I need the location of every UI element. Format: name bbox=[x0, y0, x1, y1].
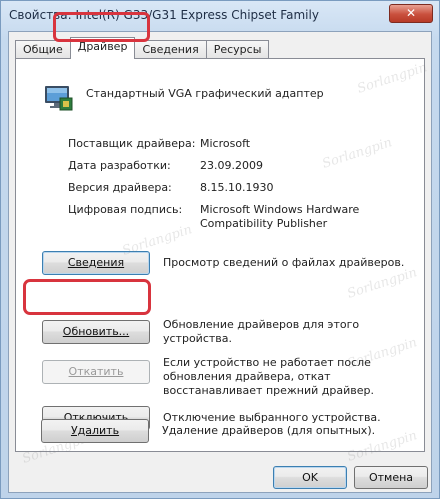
update-driver-button-label: Обновить... bbox=[62, 325, 130, 338]
update-driver-description: Обновление драйверов для этого устройств… bbox=[163, 318, 360, 345]
uninstall-driver-description: Удаление драйверов (для опытных). bbox=[162, 424, 376, 437]
device-name: Стандартный VGA графический адаптер bbox=[86, 87, 324, 100]
driver-details-button[interactable]: Сведения bbox=[42, 251, 150, 275]
roll-back-driver-description: Если устройство не работает после обновл… bbox=[163, 356, 374, 397]
tab-general[interactable]: Общие bbox=[15, 40, 71, 59]
driver-date-label: Дата разработки: bbox=[68, 159, 171, 172]
update-driver-button[interactable]: Обновить... bbox=[42, 320, 150, 344]
driver-date-value: 23.09.2009 bbox=[200, 159, 263, 172]
uninstall-driver-button[interactable]: Удалить bbox=[41, 419, 149, 443]
uninstall-driver-button-label: Удалить bbox=[70, 424, 120, 437]
digital-signer-label: Цифровая подпись: bbox=[68, 203, 183, 216]
cancel-button[interactable]: Отмена bbox=[354, 466, 428, 489]
driver-tab-panel: Стандартный VGA графический адаптер Пост… bbox=[15, 58, 425, 452]
roll-back-driver-button-label: Откатить bbox=[68, 365, 124, 378]
ok-button[interactable]: OK bbox=[273, 466, 347, 489]
disable-device-description: Отключение выбранного устройства. bbox=[163, 411, 381, 424]
close-button[interactable]: ✕ bbox=[389, 4, 433, 23]
display-adapter-icon bbox=[45, 86, 73, 111]
tab-driver[interactable]: Драйвер bbox=[69, 37, 136, 59]
dialog-client-area: Общие Драйвер Сведения Ресурсы Стандартн… bbox=[8, 31, 432, 493]
properties-window: Свойства: Intel(R) G33/G31 Express Chips… bbox=[0, 0, 440, 499]
driver-details-description: Просмотр сведений о файлах драйверов. bbox=[163, 256, 405, 269]
driver-provider-label: Поставщик драйвера: bbox=[68, 137, 196, 150]
driver-details-button-label: Сведения bbox=[67, 256, 125, 269]
roll-back-driver-button[interactable]: Откатить bbox=[42, 360, 150, 384]
tab-details[interactable]: Сведения bbox=[134, 40, 207, 59]
driver-version-label: Версия драйвера: bbox=[68, 181, 172, 194]
driver-version-value: 8.15.10.1930 bbox=[200, 181, 274, 194]
title-bar[interactable]: Свойства: Intel(R) G33/G31 Express Chips… bbox=[1, 1, 439, 31]
tab-strip: Общие Драйвер Сведения Ресурсы bbox=[15, 37, 270, 59]
tab-resources[interactable]: Ресурсы bbox=[205, 40, 270, 59]
digital-signer-value: Microsoft Windows Hardware Compatibility… bbox=[200, 203, 360, 230]
window-title: Свойства: Intel(R) G33/G31 Express Chips… bbox=[9, 8, 319, 22]
driver-provider-value: Microsoft bbox=[200, 137, 251, 150]
